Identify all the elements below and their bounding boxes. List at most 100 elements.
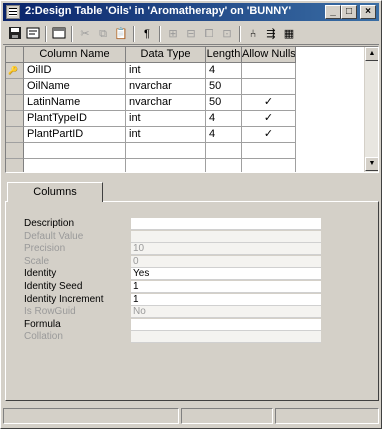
table-row[interactable]: PlantPartID int 4 ✓	[6, 127, 366, 143]
property-row: Identity Increment 1	[24, 293, 324, 306]
length-cell[interactable]: 4	[206, 63, 242, 79]
column-name-cell[interactable]	[24, 159, 126, 172]
row-selector[interactable]	[6, 111, 24, 127]
property-row: Scale 0	[24, 255, 324, 268]
property-value[interactable]: Yes	[131, 268, 321, 281]
new-table-icon[interactable]	[51, 26, 67, 42]
copy-icon[interactable]: ⧉	[95, 26, 111, 42]
table-row[interactable]	[6, 143, 366, 159]
data-type-cell[interactable]: nvarchar	[126, 79, 206, 95]
property-value[interactable]: 1	[131, 281, 321, 293]
table-icon	[6, 5, 20, 19]
data-type-cell[interactable]: int	[126, 127, 206, 143]
data-type-cell[interactable]	[126, 143, 206, 159]
toolbar-separator	[45, 26, 47, 42]
allow-nulls-cell[interactable]	[242, 143, 296, 159]
row-selector[interactable]	[6, 127, 24, 143]
table-row[interactable]: LatinName nvarchar 50 ✓	[6, 95, 366, 111]
length-cell[interactable]: 50	[206, 95, 242, 111]
header-length[interactable]: Length	[206, 47, 242, 63]
grid-body: Column Name Data Type Length Allow Nulls…	[6, 47, 366, 172]
table-row[interactable]: 🔑 OilID int 4	[6, 63, 366, 79]
row-selector-header	[6, 47, 24, 63]
tab-columns[interactable]: Columns	[7, 182, 103, 202]
grid-header-row: Column Name Data Type Length Allow Nulls	[6, 47, 366, 63]
insert-column-icon[interactable]: ⊞	[165, 26, 181, 42]
properties-icon[interactable]	[25, 26, 41, 42]
allow-nulls-cell[interactable]	[242, 79, 296, 95]
property-label: Identity Increment	[24, 293, 104, 305]
length-cell[interactable]: 4	[206, 111, 242, 127]
title-bar[interactable]: 2:Design Table 'Oils' in 'Aromatherapy' …	[3, 3, 379, 21]
property-value	[131, 230, 321, 243]
data-type-cell[interactable]: int	[126, 111, 206, 127]
column-name-cell[interactable]: LatinName	[24, 95, 126, 111]
property-label: Collation	[24, 331, 63, 343]
minimize-button[interactable]: _	[325, 5, 341, 19]
property-value[interactable]	[131, 218, 321, 230]
delete-column-icon[interactable]: ⊟	[183, 26, 199, 42]
length-cell[interactable]	[206, 143, 242, 159]
manage-constraints-icon[interactable]: ⑃	[245, 26, 261, 42]
column-name-cell[interactable]: OilID	[24, 63, 126, 79]
header-data-type[interactable]: Data Type	[126, 47, 206, 63]
relationships-icon[interactable]: ⧠	[201, 26, 217, 42]
allow-nulls-cell[interactable]	[242, 159, 296, 172]
data-type-cell[interactable]: nvarchar	[126, 95, 206, 111]
property-row: Collation	[24, 331, 324, 344]
property-value: 0	[131, 255, 321, 268]
window-title: 2:Design Table 'Oils' in 'Aromatherapy' …	[25, 5, 292, 17]
set-primary-key-icon[interactable]: ¶	[139, 26, 155, 42]
column-name-cell[interactable]: PlantPartID	[24, 127, 126, 143]
save-icon[interactable]	[7, 26, 23, 42]
table-row[interactable]: PlantTypeID int 4 ✓	[6, 111, 366, 127]
status-pane	[181, 408, 273, 424]
header-column-name[interactable]: Column Name	[24, 47, 126, 63]
row-selector[interactable]	[6, 159, 24, 172]
allow-nulls-cell[interactable]: ✓	[242, 111, 296, 127]
grid-scrollbar[interactable]: ▲ ▼	[364, 47, 378, 172]
property-row: Identity Yes	[24, 268, 324, 281]
paste-icon[interactable]: 📋	[113, 26, 129, 42]
status-pane	[275, 408, 379, 424]
manage-triggers-icon[interactable]: ⇶	[263, 26, 279, 42]
scroll-up-button[interactable]: ▲	[365, 47, 378, 61]
row-selector[interactable]	[6, 95, 24, 111]
data-type-cell[interactable]: int	[126, 63, 206, 79]
close-button[interactable]: ×	[360, 5, 376, 19]
column-name-cell[interactable]: PlantTypeID	[24, 111, 126, 127]
table-row[interactable]: OilName nvarchar 50	[6, 79, 366, 95]
length-cell[interactable]: 4	[206, 127, 242, 143]
toolbar-separator	[133, 26, 135, 42]
length-cell[interactable]: 50	[206, 79, 242, 95]
row-selector[interactable]: 🔑	[6, 63, 24, 79]
table-row[interactable]	[6, 159, 366, 172]
header-allow-nulls[interactable]: Allow Nulls	[242, 47, 296, 63]
maximize-button[interactable]: □	[341, 5, 357, 19]
row-selector[interactable]	[6, 143, 24, 159]
property-value	[131, 331, 321, 344]
property-row: Default Value	[24, 230, 324, 243]
column-properties-panel: Description Default Value Precision 10 Scale…	[5, 201, 379, 401]
length-cell[interactable]	[206, 159, 242, 172]
generate-script-icon[interactable]: ▦	[281, 26, 297, 42]
property-value[interactable]: 1	[131, 293, 321, 306]
property-label: Formula	[24, 318, 61, 330]
allow-nulls-cell[interactable]: ✓	[242, 127, 296, 143]
cut-icon[interactable]: ✂	[77, 26, 93, 42]
toolbar: ✂ ⧉ 📋 ¶ ⊞ ⊟ ⧠ ⊡ ⑃ ⇶ ▦	[3, 23, 379, 45]
data-type-cell[interactable]	[126, 159, 206, 172]
property-label: Scale	[24, 255, 50, 267]
scroll-down-button[interactable]: ▼	[365, 157, 378, 171]
property-label: Precision	[24, 243, 66, 255]
manage-indexes-icon[interactable]: ⊡	[219, 26, 235, 42]
allow-nulls-cell[interactable]	[242, 63, 296, 79]
property-value: No	[131, 306, 321, 319]
allow-nulls-cell[interactable]: ✓	[242, 95, 296, 111]
property-row: Description	[24, 218, 324, 230]
column-name-cell[interactable]: OilName	[24, 79, 126, 95]
row-selector[interactable]	[6, 79, 24, 95]
property-row: Formula	[24, 318, 324, 331]
property-value[interactable]	[131, 318, 321, 331]
column-name-cell[interactable]	[24, 143, 126, 159]
